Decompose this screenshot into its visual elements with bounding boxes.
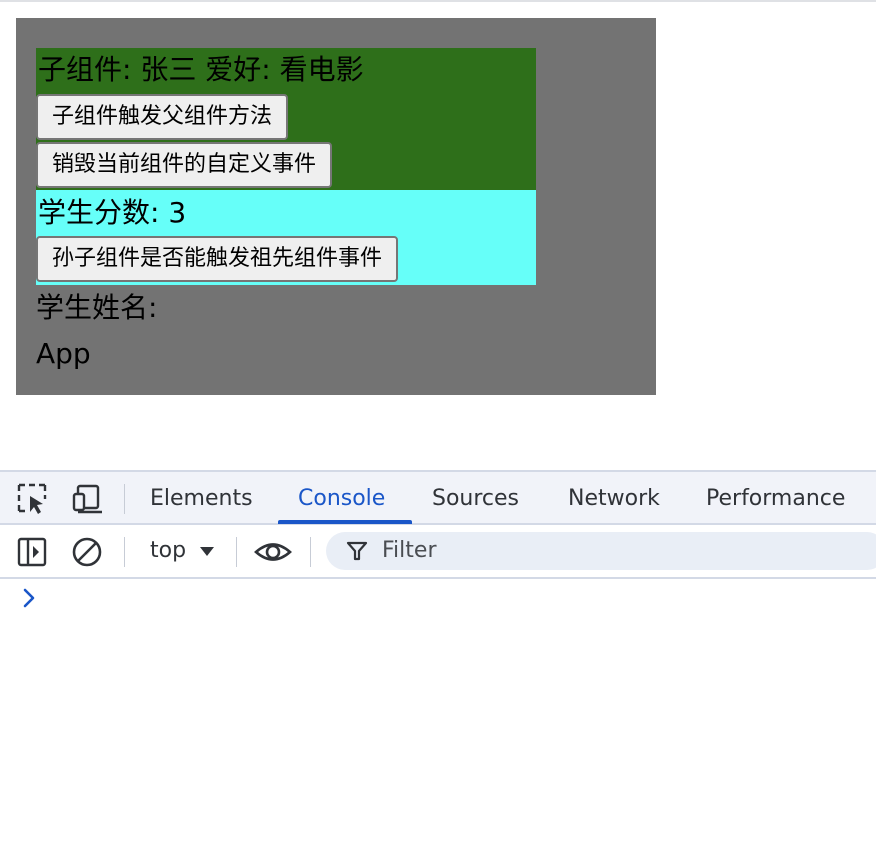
trigger-parent-button[interactable]: 子组件触发父组件方法 (36, 94, 289, 140)
active-tab-indicator (278, 520, 412, 524)
context-selector[interactable]: top (150, 536, 215, 566)
filter-placeholder: Filter (382, 538, 437, 563)
devtools-main-toolbar: Elements Console Sources Network Perform… (0, 470, 876, 525)
clear-console-icon[interactable] (70, 535, 104, 569)
context-selector-value: top (150, 538, 187, 563)
trigger-ancestor-button[interactable]: 孙子组件是否能触发祖先组件事件 (36, 236, 399, 282)
top-border (0, 0, 876, 2)
filterbar-separator-1 (124, 537, 125, 567)
filterbar-separator-3 (310, 537, 311, 567)
student-name-label: 学生姓名: (36, 291, 158, 324)
console-filter-bar: top Filter (0, 525, 876, 579)
live-expression-icon[interactable] (254, 535, 292, 569)
sidebar-toggle-icon[interactable] (16, 535, 50, 569)
student-score-text: 学生分数: 3 (38, 196, 187, 229)
destroy-events-button[interactable]: 销毁当前组件的自定义事件 (36, 142, 333, 188)
child-info-text: 子组件: 张三 爱好: 看电影 (38, 53, 364, 86)
console-prompt-icon[interactable] (20, 586, 40, 610)
filter-input[interactable]: Filter (326, 532, 876, 570)
tab-console[interactable]: Console (298, 484, 385, 514)
chevron-down-icon (200, 547, 215, 556)
app-container: 子组件: 张三 爱好: 看电影 子组件触发父组件方法 销毁当前组件的自定义事件 … (16, 18, 656, 395)
inspect-element-icon[interactable] (16, 482, 50, 516)
tab-sources[interactable]: Sources (432, 484, 519, 514)
filter-icon (346, 541, 368, 561)
tab-network[interactable]: Network (568, 484, 660, 514)
filterbar-separator-2 (236, 537, 237, 567)
child-component: 子组件: 张三 爱好: 看电影 子组件触发父组件方法 销毁当前组件的自定义事件 (36, 48, 536, 190)
tab-elements[interactable]: Elements (150, 484, 253, 514)
grandchild-component: 学生分数: 3 孙子组件是否能触发祖先组件事件 (36, 190, 536, 285)
app-label: App (36, 337, 91, 370)
toolbar-separator (124, 484, 125, 514)
devtools-panel: Elements Console Sources Network Perform… (0, 470, 876, 866)
tab-performance[interactable]: Performance (706, 484, 845, 514)
device-toolbar-icon[interactable] (72, 482, 106, 516)
